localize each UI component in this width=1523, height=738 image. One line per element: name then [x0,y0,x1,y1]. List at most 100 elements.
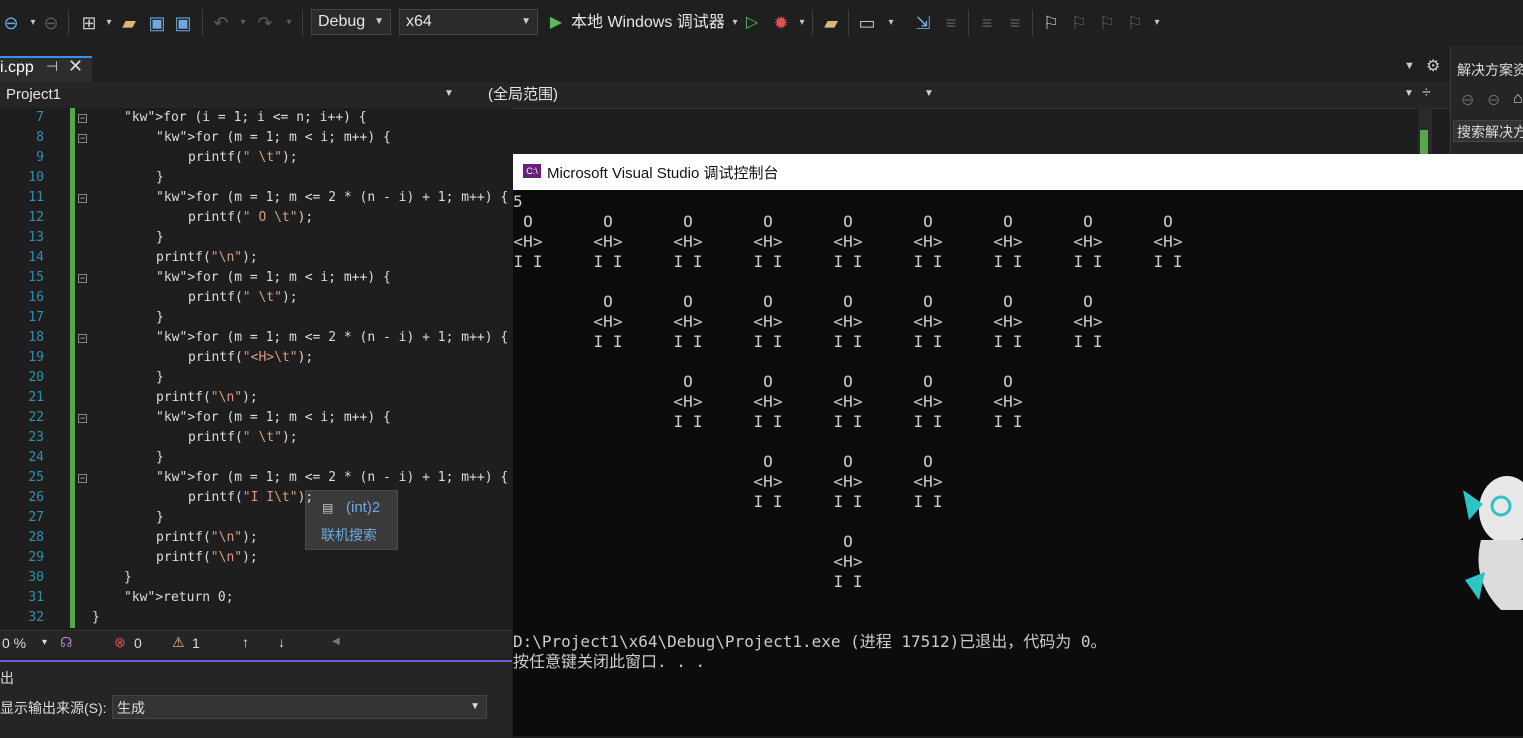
code-line[interactable]: } [156,310,164,325]
start-without-debug-icon[interactable]: ▷ [741,12,763,34]
chevron-down-icon[interactable]: ▼ [444,88,454,99]
code-line[interactable]: "kw">for (m = 1; m < i; m++) { [156,270,391,285]
open-folder-icon[interactable]: ▰ [118,12,140,34]
chevron-down-icon[interactable]: ▾ [42,637,47,648]
pyramid-glyph: <H> [1073,232,1103,251]
arrow-down-icon[interactable]: ↓ [278,634,285,650]
code-line[interactable]: printf(" O \t"); [188,210,313,225]
chevron-down-icon[interactable]: ▼ [924,88,934,99]
gear-icon[interactable]: ⚙ [1426,56,1440,76]
pyramid-glyph: <H> [913,472,943,491]
chevron-down-icon[interactable]: ▾ [278,12,300,34]
code-line[interactable]: } [124,570,132,585]
error-count[interactable]: 0 [134,635,142,651]
code-line[interactable]: printf(" \t"); [188,290,298,305]
hot-reload-icon[interactable]: ✹ [770,12,792,34]
arrow-up-icon[interactable]: ↑ [242,634,249,650]
code-line[interactable]: "kw">for (m = 1; m < i; m++) { [156,410,391,425]
code-line[interactable]: } [92,610,100,625]
console-titlebar[interactable]: C:\ Microsoft Visual Studio 调试控制台 [513,154,1523,190]
chevron-down-icon[interactable]: ▼ [1404,60,1415,72]
fold-toggle-icon[interactable]: − [78,194,87,203]
copilot-icon[interactable]: ☊ [60,634,72,651]
chevron-down-icon[interactable]: ▾ [1146,12,1168,34]
chevron-down-icon[interactable]: ▾ [232,12,254,34]
comment-icon[interactable]: ≡ [976,12,998,34]
code-line[interactable]: } [156,230,164,245]
code-line[interactable]: } [156,170,164,185]
forward-icon[interactable]: ⊖ [1487,90,1500,110]
prev-bookmark-icon[interactable]: ⚐ [1068,12,1090,34]
layout-icon[interactable]: ▭ [856,12,878,34]
code-line[interactable]: } [156,510,164,525]
close-icon[interactable]: ✕ [68,56,83,77]
step-icon[interactable]: ⇲ [912,12,934,34]
code-line[interactable]: printf("I I\t"); [188,490,313,505]
next-bookmark-icon[interactable]: ⚐ [1096,12,1118,34]
pyramid-glyph: I I [913,412,943,431]
code-line[interactable]: printf(" \t"); [188,430,298,445]
chevron-down-icon[interactable]: ▼ [1404,88,1414,99]
code-line[interactable]: printf(" \t"); [188,150,298,165]
platform-select[interactable]: x64 ▼ [399,9,538,35]
solution-search-input[interactable]: 搜索解决方 [1457,122,1523,142]
zoom-level[interactable]: 0 % [2,635,26,651]
uncomment-icon[interactable]: ≡ [1004,12,1026,34]
code-line[interactable]: "kw">for (m = 1; m <= 2 * (n - i) + 1; m… [156,330,508,345]
save-icon[interactable]: ▣ [146,12,168,34]
pin-icon[interactable]: ⊣ [46,58,58,75]
code-line[interactable]: printf("\n"); [156,250,258,265]
fold-toggle-icon[interactable]: − [78,474,87,483]
bookmark-icon[interactable]: ⚐ [1040,12,1062,34]
back-icon[interactable]: ⊖ [1461,90,1474,110]
output-source-select[interactable]: 生成 ▼ [112,695,487,719]
code-line[interactable]: printf("\n"); [156,530,258,545]
outdent-icon[interactable]: ≡ [940,12,962,34]
chevron-down-icon[interactable]: ▾ [791,12,813,34]
pyramid-glyph: I I [593,252,623,271]
chevron-down-icon: ▼ [521,16,531,27]
run-debugger-button[interactable]: 本地 Windows 调试器 [571,12,725,34]
code-line[interactable]: "kw">for (i = 1; i <= n; i++) { [124,110,367,125]
code-line[interactable]: "kw">return 0; [124,590,234,605]
fold-toggle-icon[interactable]: − [78,334,87,343]
console-output[interactable]: 5 O <H> I I O <H> I I O <H> I I O <H> I I O <H> I I O <H… [513,190,1523,736]
back-icon[interactable]: ⊖ [0,12,22,34]
tab-bar [0,46,1450,82]
new-project-icon[interactable]: ⊞ [78,12,100,34]
pyramid-glyph: O [1083,212,1093,231]
warning-count[interactable]: 1 [192,635,200,651]
pyramid-glyph: O [763,452,773,471]
config-select[interactable]: Debug ▼ [311,9,391,35]
project-select[interactable]: Project1 [6,84,61,106]
fold-toggle-icon[interactable]: − [78,114,87,123]
forward-icon[interactable]: ⊖ [40,12,62,34]
fold-toggle-icon[interactable]: − [78,274,87,283]
code-line[interactable]: printf("\n"); [156,550,258,565]
pyramid-glyph: I I [1073,252,1103,271]
folder-search-icon[interactable]: ▰ [820,12,842,34]
chevron-down-icon[interactable]: ▾ [880,12,902,34]
code-line[interactable]: "kw">for (m = 1; m <= 2 * (n - i) + 1; m… [156,470,508,485]
code-line[interactable]: printf("<H>\t"); [188,350,313,365]
code-line[interactable]: printf("\n"); [156,390,258,405]
fold-toggle-icon[interactable]: − [78,414,87,423]
code-line[interactable]: "kw">for (m = 1; m < i; m++) { [156,130,391,145]
redo-icon[interactable]: ↷ [254,12,276,34]
home-icon[interactable]: ⌂ [1513,90,1523,108]
fold-toggle-icon[interactable]: − [78,134,87,143]
save-all-icon[interactable]: ▣ [172,12,194,34]
play-icon[interactable]: ▶ [545,12,567,34]
code-line[interactable]: } [156,450,164,465]
code-line[interactable]: "kw">for (m = 1; m <= 2 * (n - i) + 1; m… [156,190,508,205]
line-number: 29 [28,550,44,565]
clear-bookmarks-icon[interactable]: ⚐ [1124,12,1146,34]
split-icon[interactable]: ÷ [1422,84,1431,102]
code-line[interactable]: } [156,370,164,385]
scroll-left-icon[interactable]: ◀ [332,636,340,647]
online-search-link[interactable]: 联机搜索 [321,525,377,545]
scope-select[interactable]: (全局范围) [488,84,558,106]
chevron-down-icon[interactable]: ▾ [98,12,120,34]
pyramid-glyph: O [683,212,693,231]
undo-icon[interactable]: ↶ [210,12,232,34]
